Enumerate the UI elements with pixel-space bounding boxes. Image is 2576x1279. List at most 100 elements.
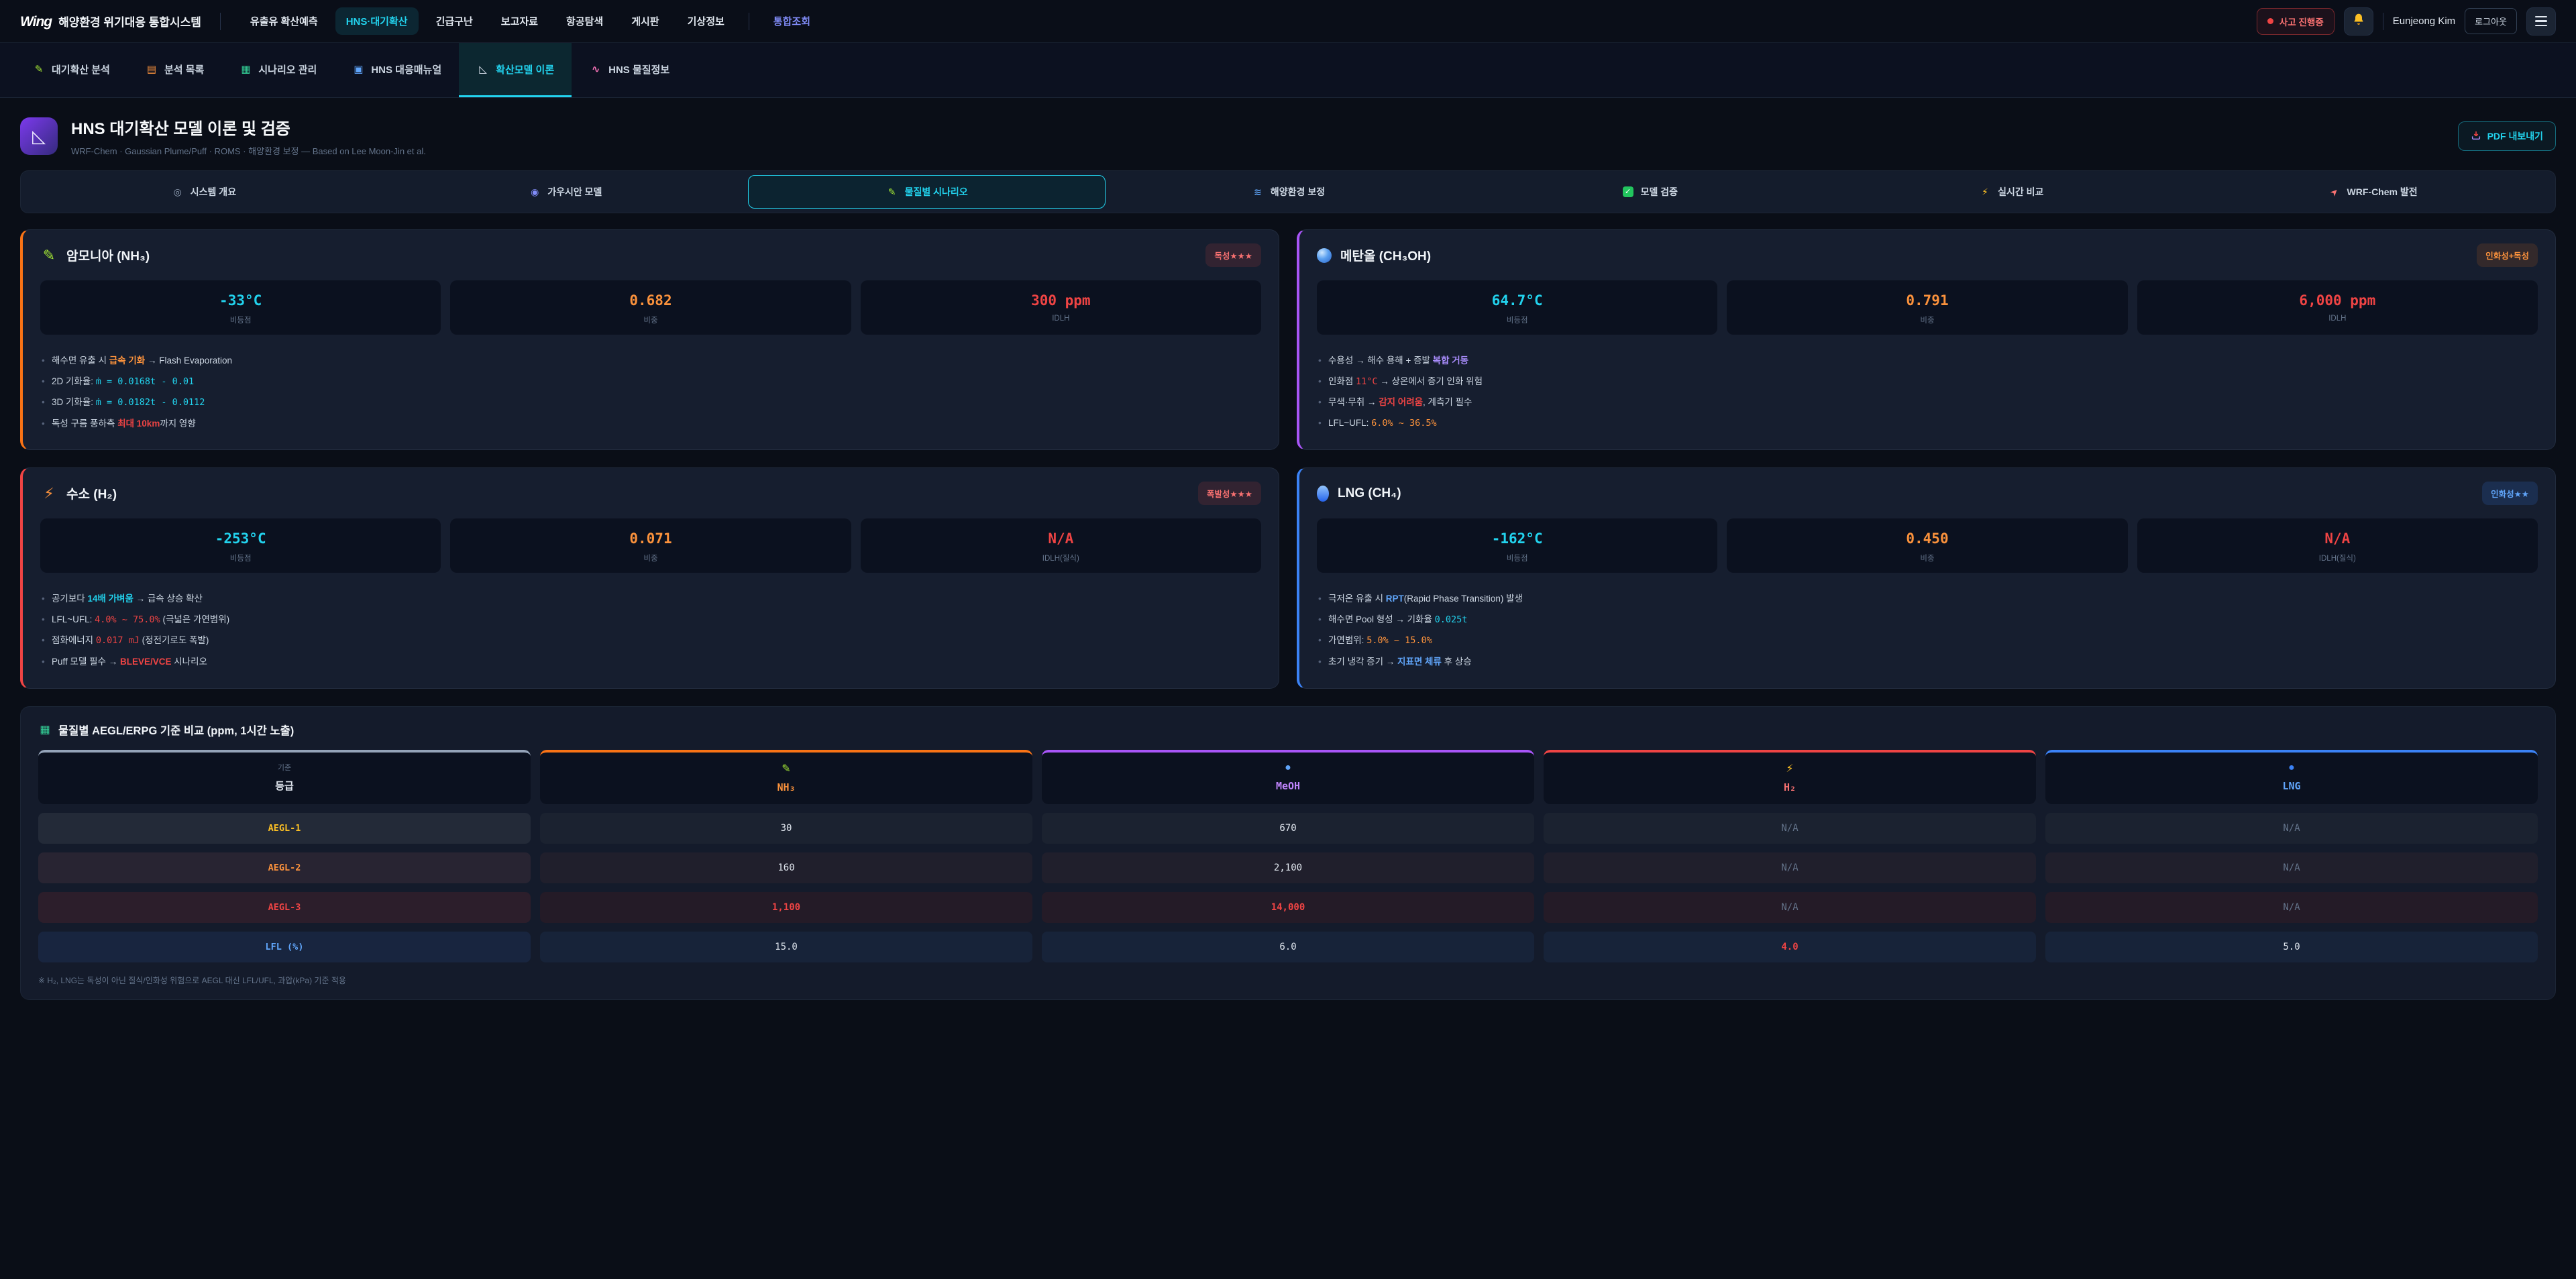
table-cell: N/A bbox=[1544, 852, 2036, 883]
tab-item[interactable]: 가우시안 모델 bbox=[386, 175, 744, 209]
incident-dot-icon bbox=[2267, 18, 2273, 24]
notifications-button[interactable] bbox=[2344, 7, 2373, 36]
table-cell: N/A bbox=[1544, 892, 2036, 923]
subnav-item[interactable]: 대기확산 분석 bbox=[15, 43, 127, 97]
incident-status-badge: 사고 진행중 bbox=[2257, 8, 2334, 35]
row-label-cell: AEGL-2 bbox=[38, 852, 531, 883]
stat-boiling-point: 64.7°C 비등점 bbox=[1317, 280, 1717, 335]
page-subtitle: WRF-Chem · Gaussian Plume/Puff · ROMS · … bbox=[71, 144, 2445, 157]
hazard-badge: 인화성+독성 bbox=[2477, 243, 2538, 267]
nav-item[interactable]: 항공탐색 bbox=[555, 7, 614, 35]
subnav-item[interactable]: 확산모델 이론 bbox=[459, 43, 572, 97]
menu-button[interactable] bbox=[2526, 7, 2556, 36]
pdf-export-button[interactable]: PDF 내보내기 bbox=[2458, 121, 2556, 151]
card-bullet: 수용성 → 해수 용해 + 증발 복합 거동 bbox=[1317, 354, 2538, 368]
table-cell: 15.0 bbox=[540, 932, 1032, 962]
stat-value: 0.071 bbox=[457, 531, 844, 547]
tab-item-label: WRF-Chem 발전 bbox=[2347, 185, 2418, 199]
table-cell: 1,100 bbox=[540, 892, 1032, 923]
stat-boiling-point: -253°C 비등점 bbox=[40, 518, 441, 573]
stat-value: -33°C bbox=[47, 292, 434, 309]
tab-item[interactable]: WRF-Chem 발전 bbox=[2194, 175, 2551, 209]
table-cell: 160 bbox=[540, 852, 1032, 883]
stat-label: 비중 bbox=[457, 553, 844, 563]
stat-specific-gravity: 0.071 비중 bbox=[450, 518, 851, 573]
table-body: AEGL-130670N/AN/AAEGL-21602,100N/AN/AAEG… bbox=[38, 813, 2538, 962]
wave-icon bbox=[1251, 186, 1265, 198]
stat-label: 비중 bbox=[1733, 553, 2121, 563]
subnav-item[interactable]: HNS 물질정보 bbox=[572, 43, 687, 97]
card-bullet: 인화점 11°C → 상온에서 증기 인화 위험 bbox=[1317, 375, 2538, 389]
card-bullet: 해수면 Pool 형성 → 기화율 0.025t bbox=[1317, 613, 2538, 627]
subnav-item[interactable]: HNS 대응매뉴얼 bbox=[334, 43, 459, 97]
tab-item-label: 해양환경 보정 bbox=[1271, 185, 1325, 199]
nav-item[interactable]: 기상정보 bbox=[677, 7, 735, 35]
tab-item-label: 물질별 시나리오 bbox=[905, 185, 968, 199]
nav-item[interactable]: 게시판 bbox=[621, 7, 669, 35]
main-nav: 유출유 확산예측HNS·대기확산긴급구난보고자료항공탐색게시판 기상정보 통합조회 bbox=[239, 7, 2245, 35]
tab-item[interactable]: 해양환경 보정 bbox=[1110, 175, 1467, 209]
stat-label: 비등점 bbox=[1324, 553, 1711, 563]
nav-item[interactable]: 통합조회 bbox=[763, 7, 821, 35]
row-label-cell: AEGL-1 bbox=[38, 813, 531, 844]
subnav-item-label: HNS 대응매뉴얼 bbox=[371, 62, 441, 76]
row-label-cell: LFL (%) bbox=[38, 932, 531, 962]
stat-label: 비중 bbox=[1733, 315, 2121, 325]
cyclone-icon bbox=[528, 186, 541, 198]
card-head: 수소 (H₂) 폭발성★★★ bbox=[40, 482, 1261, 505]
card-bullet: 공기보다 14배 가벼움 → 급속 상승 확산 bbox=[40, 592, 1261, 606]
stat-idlh: 300 ppm IDLH bbox=[861, 280, 1261, 335]
chemical-name: LNG (CH₄) bbox=[1338, 486, 1401, 501]
aegl-comparison-section: 물질별 AEGL/ERPG 기준 비교 (ppm, 1시간 노출) 기준등급NH… bbox=[20, 706, 2556, 1000]
stat-value: 300 ppm bbox=[867, 292, 1254, 309]
table-cell: 6.0 bbox=[1042, 932, 1534, 962]
stat-specific-gravity: 0.682 비중 bbox=[450, 280, 851, 335]
card-title: 메탄올 (CH₃OH) bbox=[1317, 246, 1431, 264]
stat-idlh: N/A IDLH(질식) bbox=[861, 518, 1261, 573]
pencil-icon bbox=[885, 186, 899, 198]
nav-item[interactable]: 긴급구난 bbox=[425, 7, 484, 35]
tab-item[interactable]: 실시간 비교 bbox=[1832, 175, 2190, 209]
tab-item[interactable]: 물질별 시나리오 bbox=[748, 175, 1106, 209]
stat-label: 비등점 bbox=[1324, 315, 1711, 325]
nav-item[interactable]: 보고자료 bbox=[490, 7, 549, 35]
tab-item[interactable]: 시스템 개요 bbox=[25, 175, 382, 209]
tab-item[interactable]: 모델 검증 bbox=[1470, 175, 1828, 209]
chart-icon bbox=[239, 63, 252, 75]
table-cell: N/A bbox=[1544, 813, 2036, 844]
nav-item[interactable]: HNS·대기확산 bbox=[335, 7, 419, 35]
stat-value: 6,000 ppm bbox=[2144, 292, 2531, 309]
check-icon bbox=[1621, 186, 1635, 197]
column-label: H₂ bbox=[1550, 781, 2029, 793]
card-bullets: 극저온 유출 시 RPT(Rapid Phase Transition) 발생해… bbox=[1317, 583, 2538, 668]
subnav-item[interactable]: 시나리오 관리 bbox=[221, 43, 334, 97]
stat-idlh: N/A IDLH(질식) bbox=[2137, 518, 2538, 573]
table-title: 물질별 AEGL/ERPG 기준 비교 (ppm, 1시간 노출) bbox=[38, 722, 2538, 738]
rocket-icon bbox=[2328, 186, 2341, 198]
molecule-icon bbox=[1317, 248, 1332, 263]
subnav-item-label: HNS 물질정보 bbox=[608, 62, 669, 76]
table-footnote: ※ H₂, LNG는 독성이 아닌 질식/인화성 위험으로 AEGL 대신 LF… bbox=[38, 975, 2538, 986]
pencil-icon bbox=[32, 63, 46, 75]
subnav-item[interactable]: 분석 목록 bbox=[127, 43, 221, 97]
triangle-ruler-icon: ◺ bbox=[20, 117, 58, 155]
hamburger-icon bbox=[2535, 16, 2547, 26]
table-row: AEGL-31,10014,000N/AN/A bbox=[38, 892, 2538, 923]
system-title: 해양환경 위기대응 통합시스템 bbox=[58, 13, 201, 30]
card-bullet: LFL~UFL: 6.0% ~ 36.5% bbox=[1317, 416, 2538, 431]
table-cell: N/A bbox=[2045, 892, 2538, 923]
table-column-header: 기준등급 bbox=[38, 750, 531, 804]
card-bullet: 초기 냉각 증기 → 지표면 체류 후 상승 bbox=[1317, 655, 2538, 669]
logout-button[interactable]: 로그아웃 bbox=[2465, 8, 2517, 34]
card-bullet: 무색·무취 → 감지 어려움, 계측기 필수 bbox=[1317, 396, 2538, 409]
chemical-card-h2: 수소 (H₂) 폭발성★★★ -253°C 비등점 0.071 비중 N/A I… bbox=[20, 467, 1279, 688]
card-bullet: LFL~UFL: 4.0% ~ 75.0% (극넓은 가연범위) bbox=[40, 613, 1261, 627]
chemical-card-lng: LNG (CH₄) 인화성★★ -162°C 비등점 0.450 비중 N/A … bbox=[1297, 467, 2556, 688]
stats-row: 64.7°C 비등점 0.791 비중 6,000 ppm IDLH bbox=[1317, 280, 2538, 335]
column-label: MeOH bbox=[1049, 780, 1527, 792]
app-logo: Wing 해양환경 위기대응 통합시스템 bbox=[20, 13, 201, 30]
table-cell: 670 bbox=[1042, 813, 1534, 844]
nav-item[interactable]: 유출유 확산예측 bbox=[239, 7, 329, 35]
card-bullets: 공기보다 14배 가벼움 → 급속 상승 확산 LFL~UFL: 4.0% ~ 7… bbox=[40, 583, 1261, 668]
table-cell: N/A bbox=[2045, 813, 2538, 844]
